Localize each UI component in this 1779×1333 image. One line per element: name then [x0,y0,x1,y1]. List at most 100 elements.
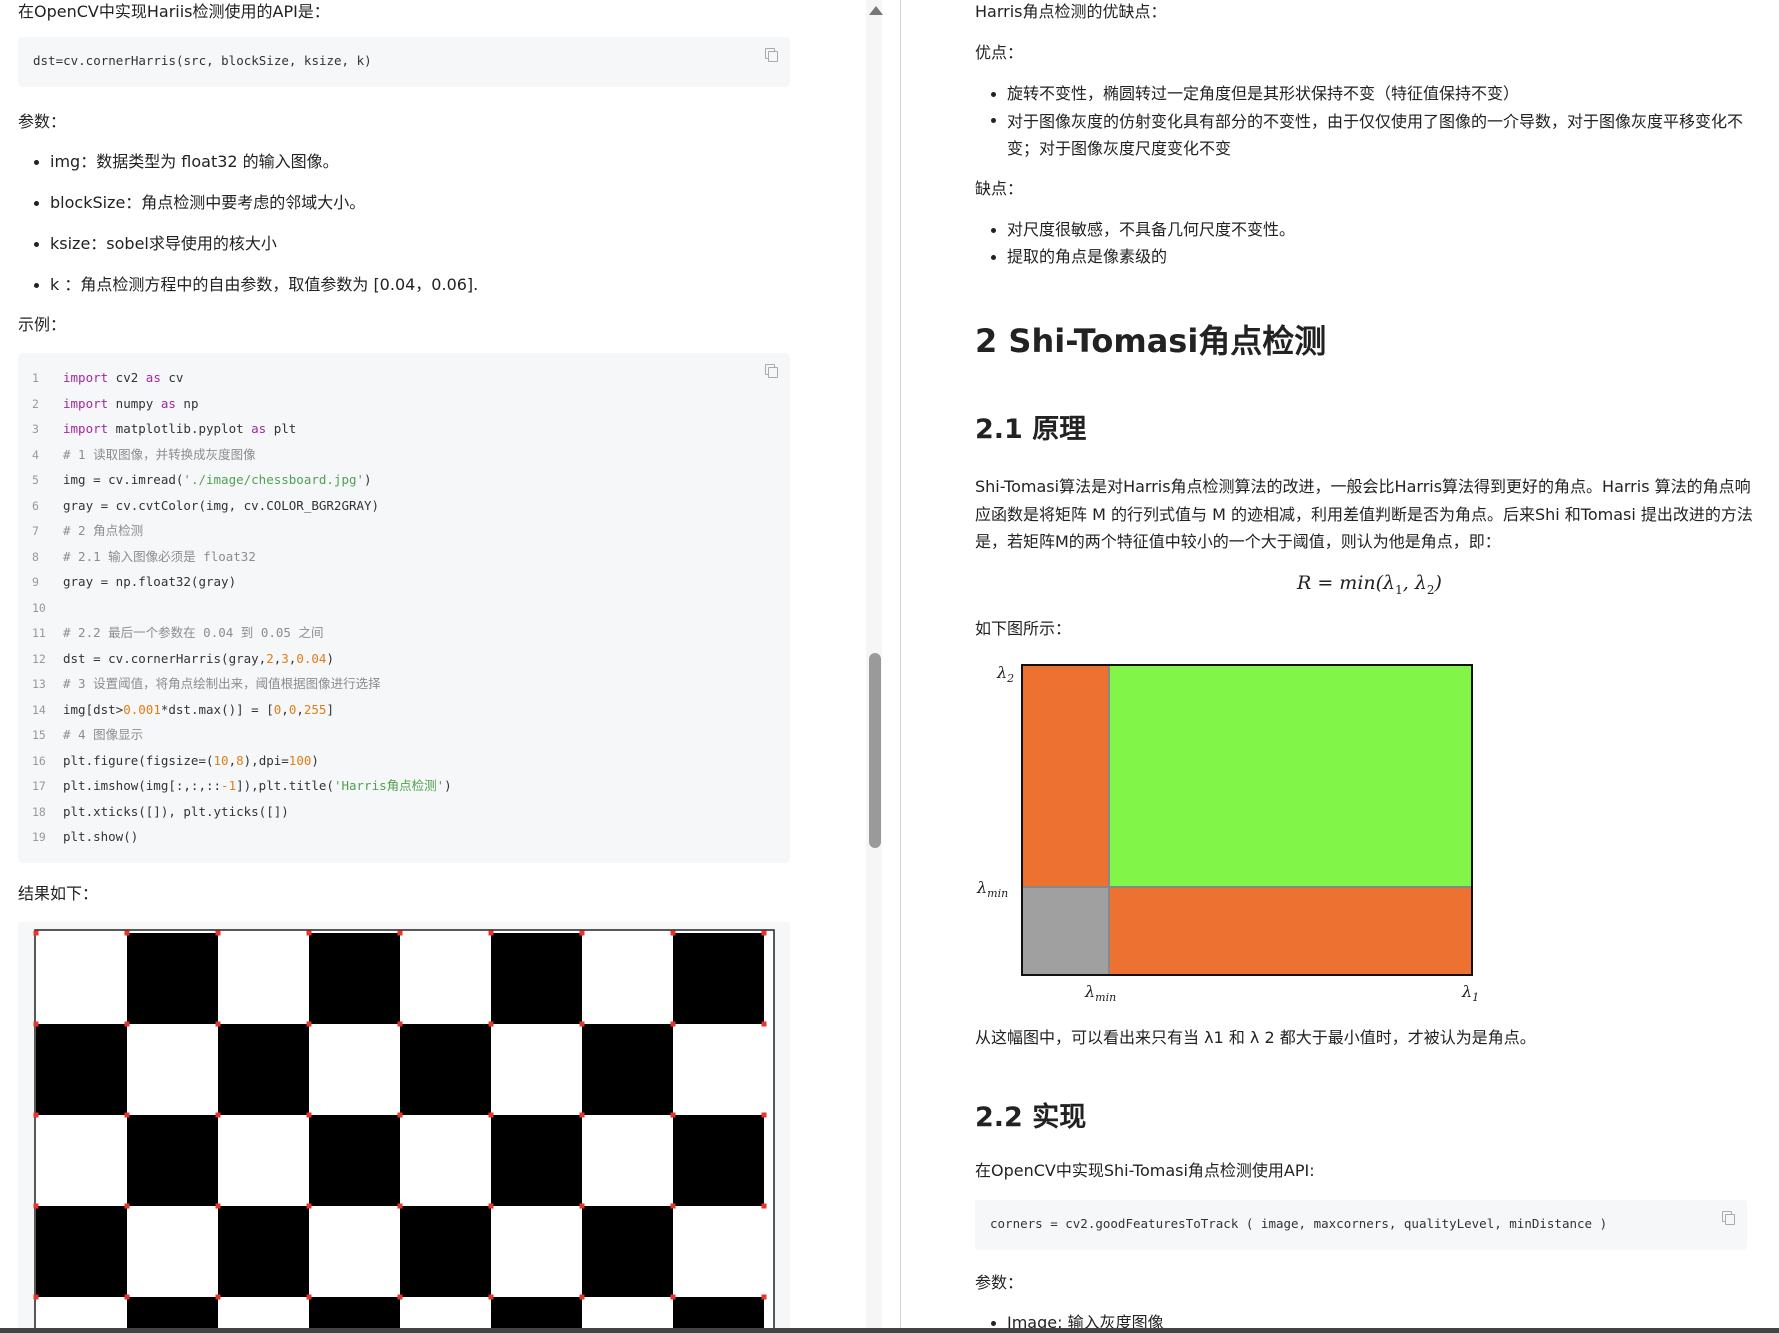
detected-corner-point [124,1021,130,1027]
principle-paragraph: Shi-Tomasi算法是对Harris角点检测算法的改进，一般会比Harris… [975,477,1753,551]
result-label: 结果如下： [18,884,99,903]
section-heading: 2 Shi-Tomasi角点检测 [975,322,1327,360]
chessboard-result-image [33,929,775,1333]
line-number: 4 [32,447,39,462]
detected-corner-point [215,1112,221,1118]
bottom-edge-bar [0,1328,1779,1333]
detected-corner-point [124,1203,130,1209]
line-number: 8 [32,549,39,564]
detected-corner-point [306,930,312,936]
copy-icon[interactable] [765,48,778,62]
flat-region [1022,887,1109,975]
detected-corner-point [397,1203,403,1209]
detected-corner-point [761,1021,767,1027]
chessboard-black-square [36,1024,127,1115]
pane-divider [900,0,901,1333]
detected-corner-point [215,1021,221,1027]
detected-corner-point [306,1021,312,1027]
impl-params-label: 参数： [975,1273,1024,1292]
params-label: 参数： [18,112,67,131]
line-number: 10 [32,600,46,615]
detected-corner-point [397,1294,403,1300]
scroll-up-arrow-icon[interactable] [869,6,883,15]
chessboard-black-square [491,933,582,1024]
chessboard-black-square [400,1206,491,1297]
left-article-pane: 在OpenCV中实现Hariis检测使用的API是： dst=cv.corner… [0,0,870,1333]
detected-corner-point [670,930,676,936]
pros-item: 对于图像灰度的仿射变化具有部分的不变性，由于仅仅使用了图像的一介导数，对于图像灰… [991,108,1767,162]
detected-corner-point [397,1112,403,1118]
cons-item: 对尺度很敏感，不具备几何尺度不变性。 [990,218,1295,242]
detected-corner-point [215,1203,221,1209]
chessboard-black-square [36,1206,127,1297]
chessboard-black-square [582,1024,673,1115]
impl-code-block: corners = cv2.goodFeaturesToTrack ( imag… [975,1200,1747,1250]
detected-corner-point [488,1294,494,1300]
detected-corner-point [488,1112,494,1118]
detected-corner-point [761,1294,767,1300]
detected-corner-point [488,930,494,936]
corner-region [1109,665,1472,887]
detected-corner-point [124,1294,130,1300]
detected-corner-point [761,1203,767,1209]
detected-corner-point [397,1021,403,1027]
line-number: 15 [32,728,46,742]
param-item: img：数据类型为 float32 的输入图像。 [34,150,339,174]
detected-corner-point [670,1294,676,1300]
api-code-block: dst=cv.cornerHarris(src, blockSize, ksiz… [18,37,790,87]
detected-corner-point [33,930,39,936]
detected-corner-point [397,930,403,936]
detected-corner-point [33,1203,39,1209]
right-article-pane: Harris角点检测的优缺点： 优点： 旋转不变性，椭圆转过一定角度但是其形状保… [902,0,1779,1333]
param-item: blockSize：角点检测中要考虑的邻域大小。 [33,191,365,215]
detected-corner-point [488,1203,494,1209]
detected-corner-point [215,1294,221,1300]
detected-corner-point [306,1203,312,1209]
line-number: 19 [32,830,46,844]
line-number: 7 [32,524,39,538]
eigenvalue-region-diagram: λ2 λmin λmin λ1 [976,663,1479,1004]
line-number: 11 [32,626,46,640]
line-number: 12 [32,651,46,666]
detected-corner-point [761,1112,767,1118]
api-code: dst=cv.cornerHarris(src, blockSize, ksiz… [33,53,372,68]
cons-item: 提取的角点是像素级的 [990,245,1167,269]
formula: R = min(λ1, λ2) [1297,572,1442,597]
subsection-heading-implementation: 2.2 实现 [975,1102,1087,1133]
example-label: 示例： [18,315,67,334]
line-number: 5 [32,473,39,487]
detected-corner-point [306,1112,312,1118]
impl-code: corners = cv2.goodFeaturesToTrack ( imag… [990,1216,1608,1231]
axis-label-lambda-min-y: λmin [976,878,1008,900]
edge-region-vertical [1022,665,1109,887]
param-item: ksize：sobel求导使用的核大小 [34,232,277,256]
line-number: 13 [32,677,46,691]
axis-label-lambda2: λ2 [996,663,1014,685]
scrollbar-thumb[interactable] [869,653,881,848]
chessboard-black-square [673,933,764,1024]
api-intro: 在OpenCV中实现Hariis检测使用的API是： [18,2,330,21]
line-number: 9 [32,575,39,589]
detected-corner-point [579,1112,585,1118]
subsection-heading-principle: 2.1 原理 [975,414,1087,445]
detected-corner-point [670,1203,676,1209]
detected-corner-point [579,930,585,936]
axis-label-lambda1: λ1 [1461,982,1479,1004]
detected-corner-point [124,930,130,936]
copy-icon[interactable] [765,364,778,378]
chessboard-black-square [218,1024,309,1115]
detected-corner-point [306,1294,312,1300]
detected-corner-point [124,1112,130,1118]
line-number: 16 [32,753,46,768]
chessboard-black-square [309,1115,400,1206]
line-number: 17 [32,779,46,793]
detected-corner-point [579,1203,585,1209]
line-number: 14 [32,702,46,717]
pros-item: 旋转不变性，椭圆转过一定角度但是其形状保持不变（特征值保持不变） [991,82,1767,106]
detected-corner-point [579,1021,585,1027]
detected-corner-point [761,930,767,936]
chessboard-black-square [127,933,218,1024]
chessboard-black-square [127,1115,218,1206]
detected-corner-point [215,930,221,936]
copy-icon[interactable] [1722,1211,1735,1225]
